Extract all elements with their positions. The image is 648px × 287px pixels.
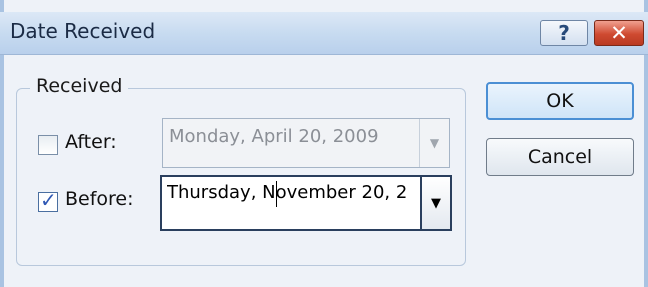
before-date-picker[interactable]: Thursday, November 20, 2 ▼: [160, 175, 452, 231]
after-date-picker[interactable]: Monday, April 20, 2009 ▼: [162, 118, 450, 168]
help-icon: ?: [558, 21, 570, 45]
checkmark-icon: ✓: [40, 188, 57, 212]
before-checkbox[interactable]: ✓: [38, 188, 58, 212]
before-label: Before:: [65, 188, 134, 210]
cancel-button[interactable]: Cancel: [486, 138, 634, 176]
help-button[interactable]: ?: [540, 20, 588, 46]
title-bar: Date Received ? ✕: [0, 12, 648, 55]
after-checkbox[interactable]: [38, 135, 58, 155]
chevron-down-icon[interactable]: ▼: [419, 119, 449, 167]
received-group-label: Received: [30, 75, 129, 97]
chevron-down-icon[interactable]: ▼: [420, 177, 450, 229]
close-icon: ✕: [610, 21, 628, 45]
after-label: After:: [65, 131, 117, 153]
after-date-value: Monday, April 20, 2009: [169, 126, 379, 147]
before-date-value[interactable]: Thursday, November 20, 2: [167, 182, 415, 203]
ok-button[interactable]: OK: [486, 82, 634, 120]
close-button[interactable]: ✕: [594, 20, 644, 46]
window-title: Date Received: [10, 19, 156, 43]
text-caret: [276, 181, 277, 207]
